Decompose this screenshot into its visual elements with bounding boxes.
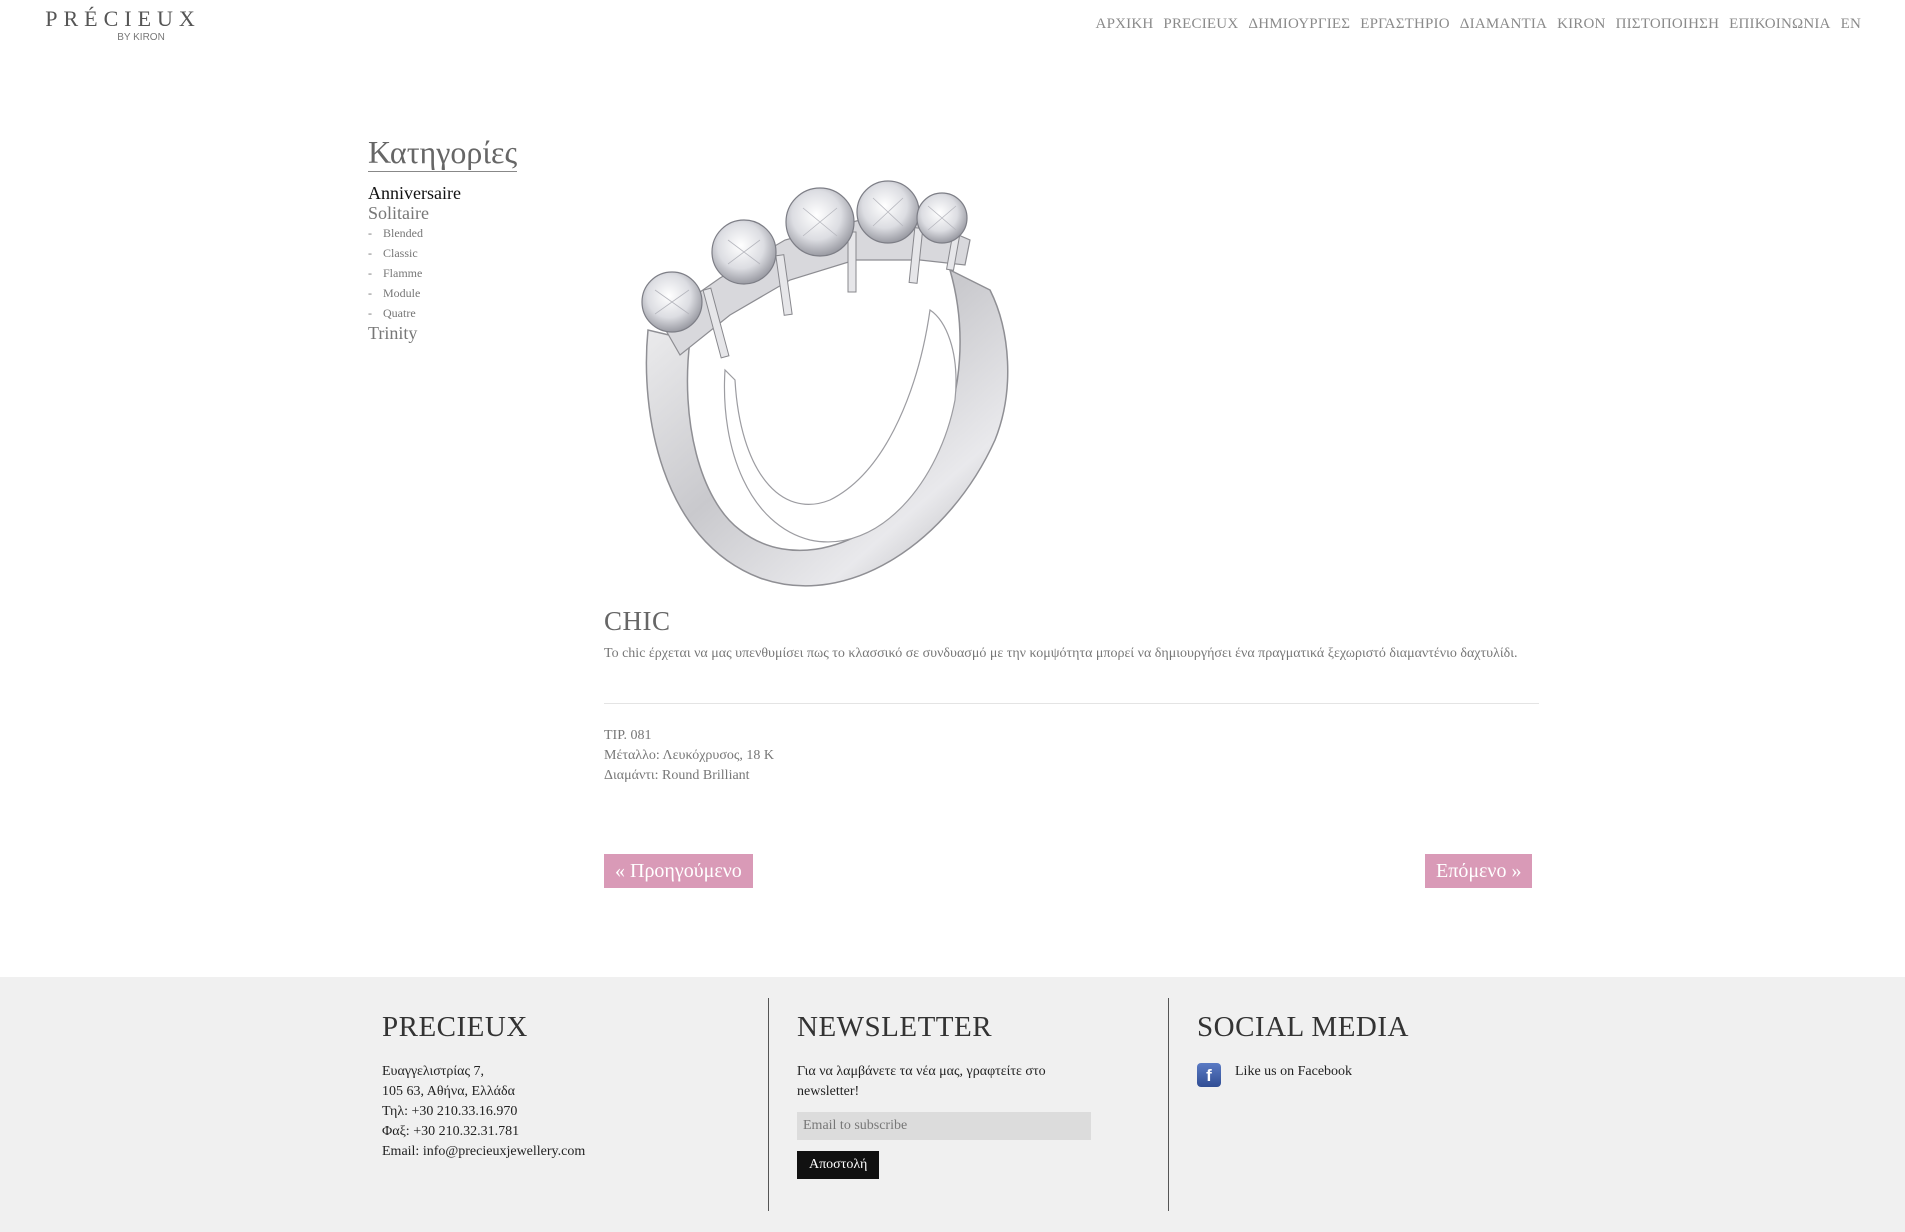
subcategory-label: Classic <box>383 246 418 260</box>
ring-product-image <box>641 180 1009 587</box>
email-text[interactable]: Email: info@precieuxjewellery.com <box>382 1142 585 1162</box>
product-description: Το chic έρχεται να μας υπενθυμίσει πως τ… <box>604 646 1518 661</box>
product-specs: ΤΙΡ. 081 Μέταλλο: Λευκόχρυσος, 18 K Διαμ… <box>604 726 774 786</box>
footer-column-divider <box>768 998 769 1211</box>
nav-item-kiron[interactable]: KIRON <box>1557 16 1606 33</box>
facebook-link[interactable]: Like us on Facebook <box>1235 1064 1352 1080</box>
subcategory-item[interactable]: - Flamme <box>368 263 461 283</box>
subcategory-item[interactable]: - Classic <box>368 243 461 263</box>
phone-text: Τηλ: +30 210.33.16.970 <box>382 1104 518 1119</box>
nav-item-precieux[interactable]: PRECIEUX <box>1163 16 1238 33</box>
logo-subtitle: BY KIRON <box>117 32 165 43</box>
dash-bullet: - <box>368 286 372 300</box>
footer-about-title: PRECIEUX <box>382 1011 528 1043</box>
dash-bullet: - <box>368 246 372 260</box>
category-trinity[interactable]: Trinity <box>368 323 461 343</box>
subcategory-label: Flamme <box>383 266 423 280</box>
previous-button[interactable]: « Προηγούμενο <box>604 854 753 888</box>
nav-item-home[interactable]: ΑΡΧΙΚΗ <box>1096 16 1154 33</box>
spec-code: ΤΙΡ. 081 <box>604 728 652 743</box>
footer-newsletter-title: NEWSLETTER <box>797 1011 993 1043</box>
dash-bullet: - <box>368 266 372 280</box>
subcategory-item[interactable]: - Quatre <box>368 303 461 323</box>
content-divider <box>604 703 1539 704</box>
subcategory-item[interactable]: - Blended <box>368 223 461 243</box>
next-button[interactable]: Επόμενο » <box>1425 854 1533 888</box>
facebook-icon[interactable]: f <box>1197 1063 1221 1087</box>
subcategory-label: Module <box>383 286 421 300</box>
nav-item-workshop[interactable]: ΕΡΓΑΣΤΗΡΙΟ <box>1360 16 1450 33</box>
footer-contact-info: Ευαγγελιστρίας 7, 105 63, Αθήνα, Ελλάδα … <box>382 1062 585 1162</box>
nav-item-certification[interactable]: ΠΙΣΤΟΠΟΙΗΣΗ <box>1616 16 1720 33</box>
newsletter-email-input[interactable] <box>797 1112 1091 1140</box>
spec-metal: Μέταλλο: Λευκόχρυσος, 18 K <box>604 748 775 763</box>
category-anniversaire[interactable]: Anniversaire <box>368 183 461 203</box>
subcategory-label: Quatre <box>383 306 416 320</box>
site-logo[interactable]: PRÉCIEUX BY KIRON <box>36 6 210 44</box>
newsletter-submit-button[interactable]: Αποστολή <box>797 1151 880 1179</box>
footer-column-divider <box>1168 998 1169 1211</box>
address-line-2: 105 63, Αθήνα, Ελλάδα <box>382 1084 515 1099</box>
spec-diamond: Διαμάντι: Round Brilliant <box>604 768 750 783</box>
footer-social-title: SOCIAL MEDIA <box>1197 1011 1409 1043</box>
categories-heading: Κατηγορίες <box>368 134 518 172</box>
address-line-1: Ευαγγελιστρίας 7, <box>382 1064 485 1079</box>
fax-text: Φαξ: +30 210.32.31.781 <box>382 1124 520 1139</box>
nav-item-language-en[interactable]: EN <box>1841 16 1861 33</box>
product-name: CHIC <box>604 606 671 636</box>
subcategory-item[interactable]: - Module <box>368 283 461 303</box>
nav-item-contact[interactable]: ΕΠΙΚΟΙΝΩΝΙΑ <box>1729 16 1830 33</box>
main-nav: ΑΡΧΙΚΗ PRECIEUX ΔΗΜΙΟΥΡΓΙΕΣ ΕΡΓΑΣΤΗΡΙΟ Δ… <box>1086 16 1861 33</box>
newsletter-description: Για να λαμβάνετε τα νέα μας, γραφτείτε σ… <box>797 1064 1046 1099</box>
category-solitaire[interactable]: Solitaire <box>368 203 461 223</box>
subcategory-label: Blended <box>383 226 423 240</box>
logo-wordmark: PRÉCIEUX <box>45 6 201 31</box>
nav-item-diamonds[interactable]: ΔΙΑΜΑΝΤΙΑ <box>1460 16 1547 33</box>
category-list: Anniversaire Solitaire - Blended - Classic… <box>368 183 461 343</box>
nav-item-creations[interactable]: ΔΗΜΙΟΥΡΓΙΕΣ <box>1248 16 1350 33</box>
dash-bullet: - <box>368 226 372 240</box>
dash-bullet: - <box>368 306 372 320</box>
